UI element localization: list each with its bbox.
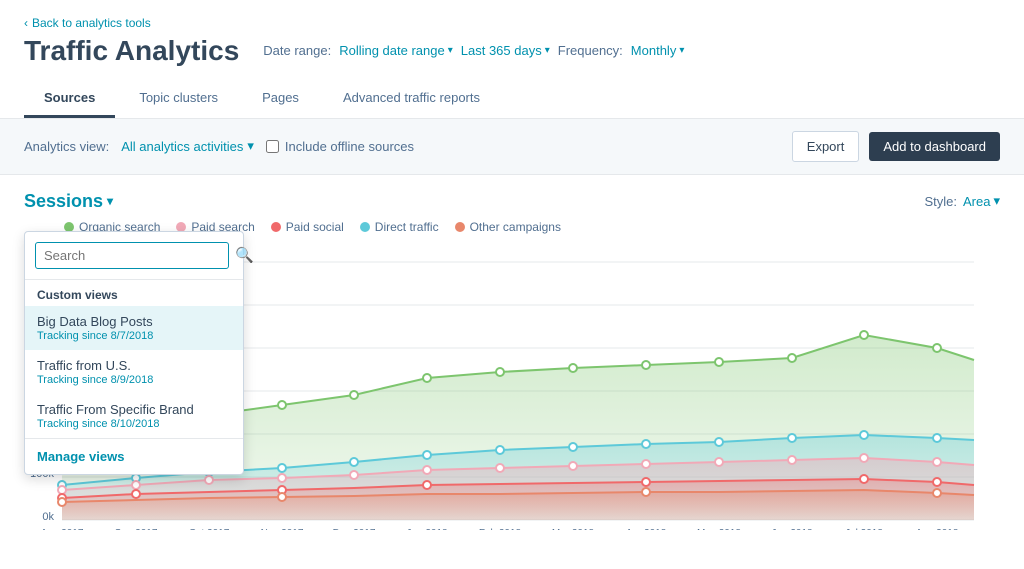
svg-text:Nov 2017: Nov 2017 — [261, 528, 304, 530]
export-button[interactable]: Export — [792, 131, 860, 162]
legend-item-other: Other campaigns — [455, 220, 561, 234]
search-input[interactable] — [35, 242, 229, 269]
toolbar-left: Analytics view: All analytics activities… — [24, 138, 414, 154]
svg-text:Aug 2017: Aug 2017 — [41, 528, 84, 530]
chevron-down-icon: ▾ — [679, 45, 684, 56]
tabs: Sources Topic clusters Pages Advanced tr… — [24, 80, 1000, 118]
tab-pages[interactable]: Pages — [242, 80, 319, 118]
legend-dot-direct — [360, 222, 370, 232]
manage-views-link[interactable]: Manage views — [25, 438, 243, 474]
chart-area: Sessions ▾ Style: Area ▾ Organic search … — [0, 175, 1024, 546]
tab-topic-clusters[interactable]: Topic clusters — [119, 80, 238, 118]
dropdown-item-sub-2: Tracking since 8/10/2018 — [37, 418, 231, 430]
analytics-view-label: Analytics view: — [24, 139, 109, 154]
svg-text:Feb 2018: Feb 2018 — [479, 528, 522, 530]
svg-text:Dec 2017: Dec 2017 — [333, 528, 376, 530]
chevron-down-icon: ▾ — [545, 45, 550, 56]
chevron-down-icon: ▾ — [107, 194, 113, 208]
legend-label-direct: Direct traffic — [375, 220, 439, 234]
back-link[interactable]: ‹ Back to analytics tools — [24, 16, 1000, 30]
legend-label-paid-social: Paid social — [286, 220, 344, 234]
legend-item-direct: Direct traffic — [360, 220, 439, 234]
offline-sources-text: Include offline sources — [285, 139, 414, 154]
chevron-down-icon: ▾ — [247, 138, 254, 154]
svg-text:Mar 2018: Mar 2018 — [552, 528, 595, 530]
search-button[interactable]: 🔍 — [235, 246, 254, 264]
dropdown-item-title-0: Big Data Blog Posts — [37, 314, 231, 329]
dropdown-item-sub-1: Tracking since 8/9/2018 — [37, 374, 231, 386]
legend-dot-paid-social — [271, 222, 281, 232]
style-selector: Style: Area ▾ — [924, 193, 1000, 209]
dropdown-section-title: Custom views — [25, 280, 243, 306]
legend-dot-other — [455, 222, 465, 232]
offline-sources-label[interactable]: Include offline sources — [266, 139, 414, 154]
dropdown-item-sub-0: Tracking since 8/7/2018 — [37, 330, 231, 342]
dropdown-item-title-1: Traffic from U.S. — [37, 358, 231, 373]
frequency-dropdown[interactable]: Monthly ▾ — [631, 43, 685, 58]
tab-sources[interactable]: Sources — [24, 80, 115, 118]
analytics-view-dropdown[interactable]: All analytics activities ▾ — [121, 138, 254, 154]
svg-text:May 2018: May 2018 — [697, 528, 741, 530]
dropdown-items-list: Big Data Blog Posts Tracking since 8/7/2… — [25, 306, 243, 438]
legend-item-paid-social: Paid social — [271, 220, 344, 234]
svg-text:Aug 2018: Aug 2018 — [916, 528, 959, 530]
header-controls: Date range: Rolling date range ▾ Last 36… — [263, 43, 684, 58]
legend-label-other: Other campaigns — [470, 220, 561, 234]
toolbar-right: Export Add to dashboard — [792, 131, 1000, 162]
date-period-dropdown[interactable]: Last 365 days ▾ — [461, 43, 550, 58]
tab-advanced[interactable]: Advanced traffic reports — [323, 80, 500, 118]
chart-header: Sessions ▾ Style: Area ▾ — [24, 191, 1000, 212]
dropdown-search-area: 🔍 — [25, 232, 243, 280]
svg-text:Oct 2017: Oct 2017 — [189, 528, 230, 530]
page-wrapper: ‹ Back to analytics tools Traffic Analyt… — [0, 0, 1024, 569]
chevron-down-icon: ▾ — [448, 45, 453, 56]
date-range-value: Rolling date range — [339, 43, 445, 58]
style-label: Style: — [924, 194, 957, 209]
svg-text:Sep 2017: Sep 2017 — [115, 528, 158, 530]
svg-text:Apr 2018: Apr 2018 — [626, 528, 667, 530]
svg-text:Jan 2018: Jan 2018 — [406, 528, 448, 530]
svg-text:Jun 2018: Jun 2018 — [771, 528, 813, 530]
add-to-dashboard-button[interactable]: Add to dashboard — [869, 132, 1000, 161]
date-range-dropdown[interactable]: Rolling date range ▾ — [339, 43, 453, 58]
svg-text:0k: 0k — [42, 511, 54, 523]
date-period-value: Last 365 days — [461, 43, 542, 58]
sessions-label: Sessions — [24, 191, 103, 212]
page-title: Traffic Analytics — [24, 34, 239, 68]
analytics-view-dropdown-menu: 🔍 Custom views Big Data Blog Posts Track… — [24, 231, 244, 475]
toolbar: Analytics view: All analytics activities… — [0, 119, 1024, 175]
chevron-down-icon: ▾ — [993, 193, 1000, 209]
analytics-view-value: All analytics activities — [121, 139, 243, 154]
frequency-label: Frequency: — [558, 43, 623, 58]
style-value: Area — [963, 194, 990, 209]
header-row: Traffic Analytics Date range: Rolling da… — [24, 34, 1000, 68]
date-range-label: Date range: — [263, 43, 331, 58]
sessions-dropdown[interactable]: Sessions ▾ — [24, 191, 113, 212]
header: ‹ Back to analytics tools Traffic Analyt… — [0, 0, 1024, 119]
frequency-value: Monthly — [631, 43, 677, 58]
style-dropdown[interactable]: Area ▾ — [963, 193, 1000, 209]
dropdown-item-1[interactable]: Traffic from U.S. Tracking since 8/9/201… — [25, 350, 243, 394]
dropdown-item-title-2: Traffic From Specific Brand — [37, 402, 231, 417]
svg-text:Jul 2018: Jul 2018 — [845, 528, 883, 530]
back-link-text: Back to analytics tools — [32, 16, 151, 30]
offline-sources-checkbox[interactable] — [266, 140, 279, 153]
dropdown-item-0[interactable]: Big Data Blog Posts Tracking since 8/7/2… — [25, 306, 243, 350]
chevron-left-icon: ‹ — [24, 16, 28, 30]
dropdown-item-2[interactable]: Traffic From Specific Brand Tracking sin… — [25, 394, 243, 438]
